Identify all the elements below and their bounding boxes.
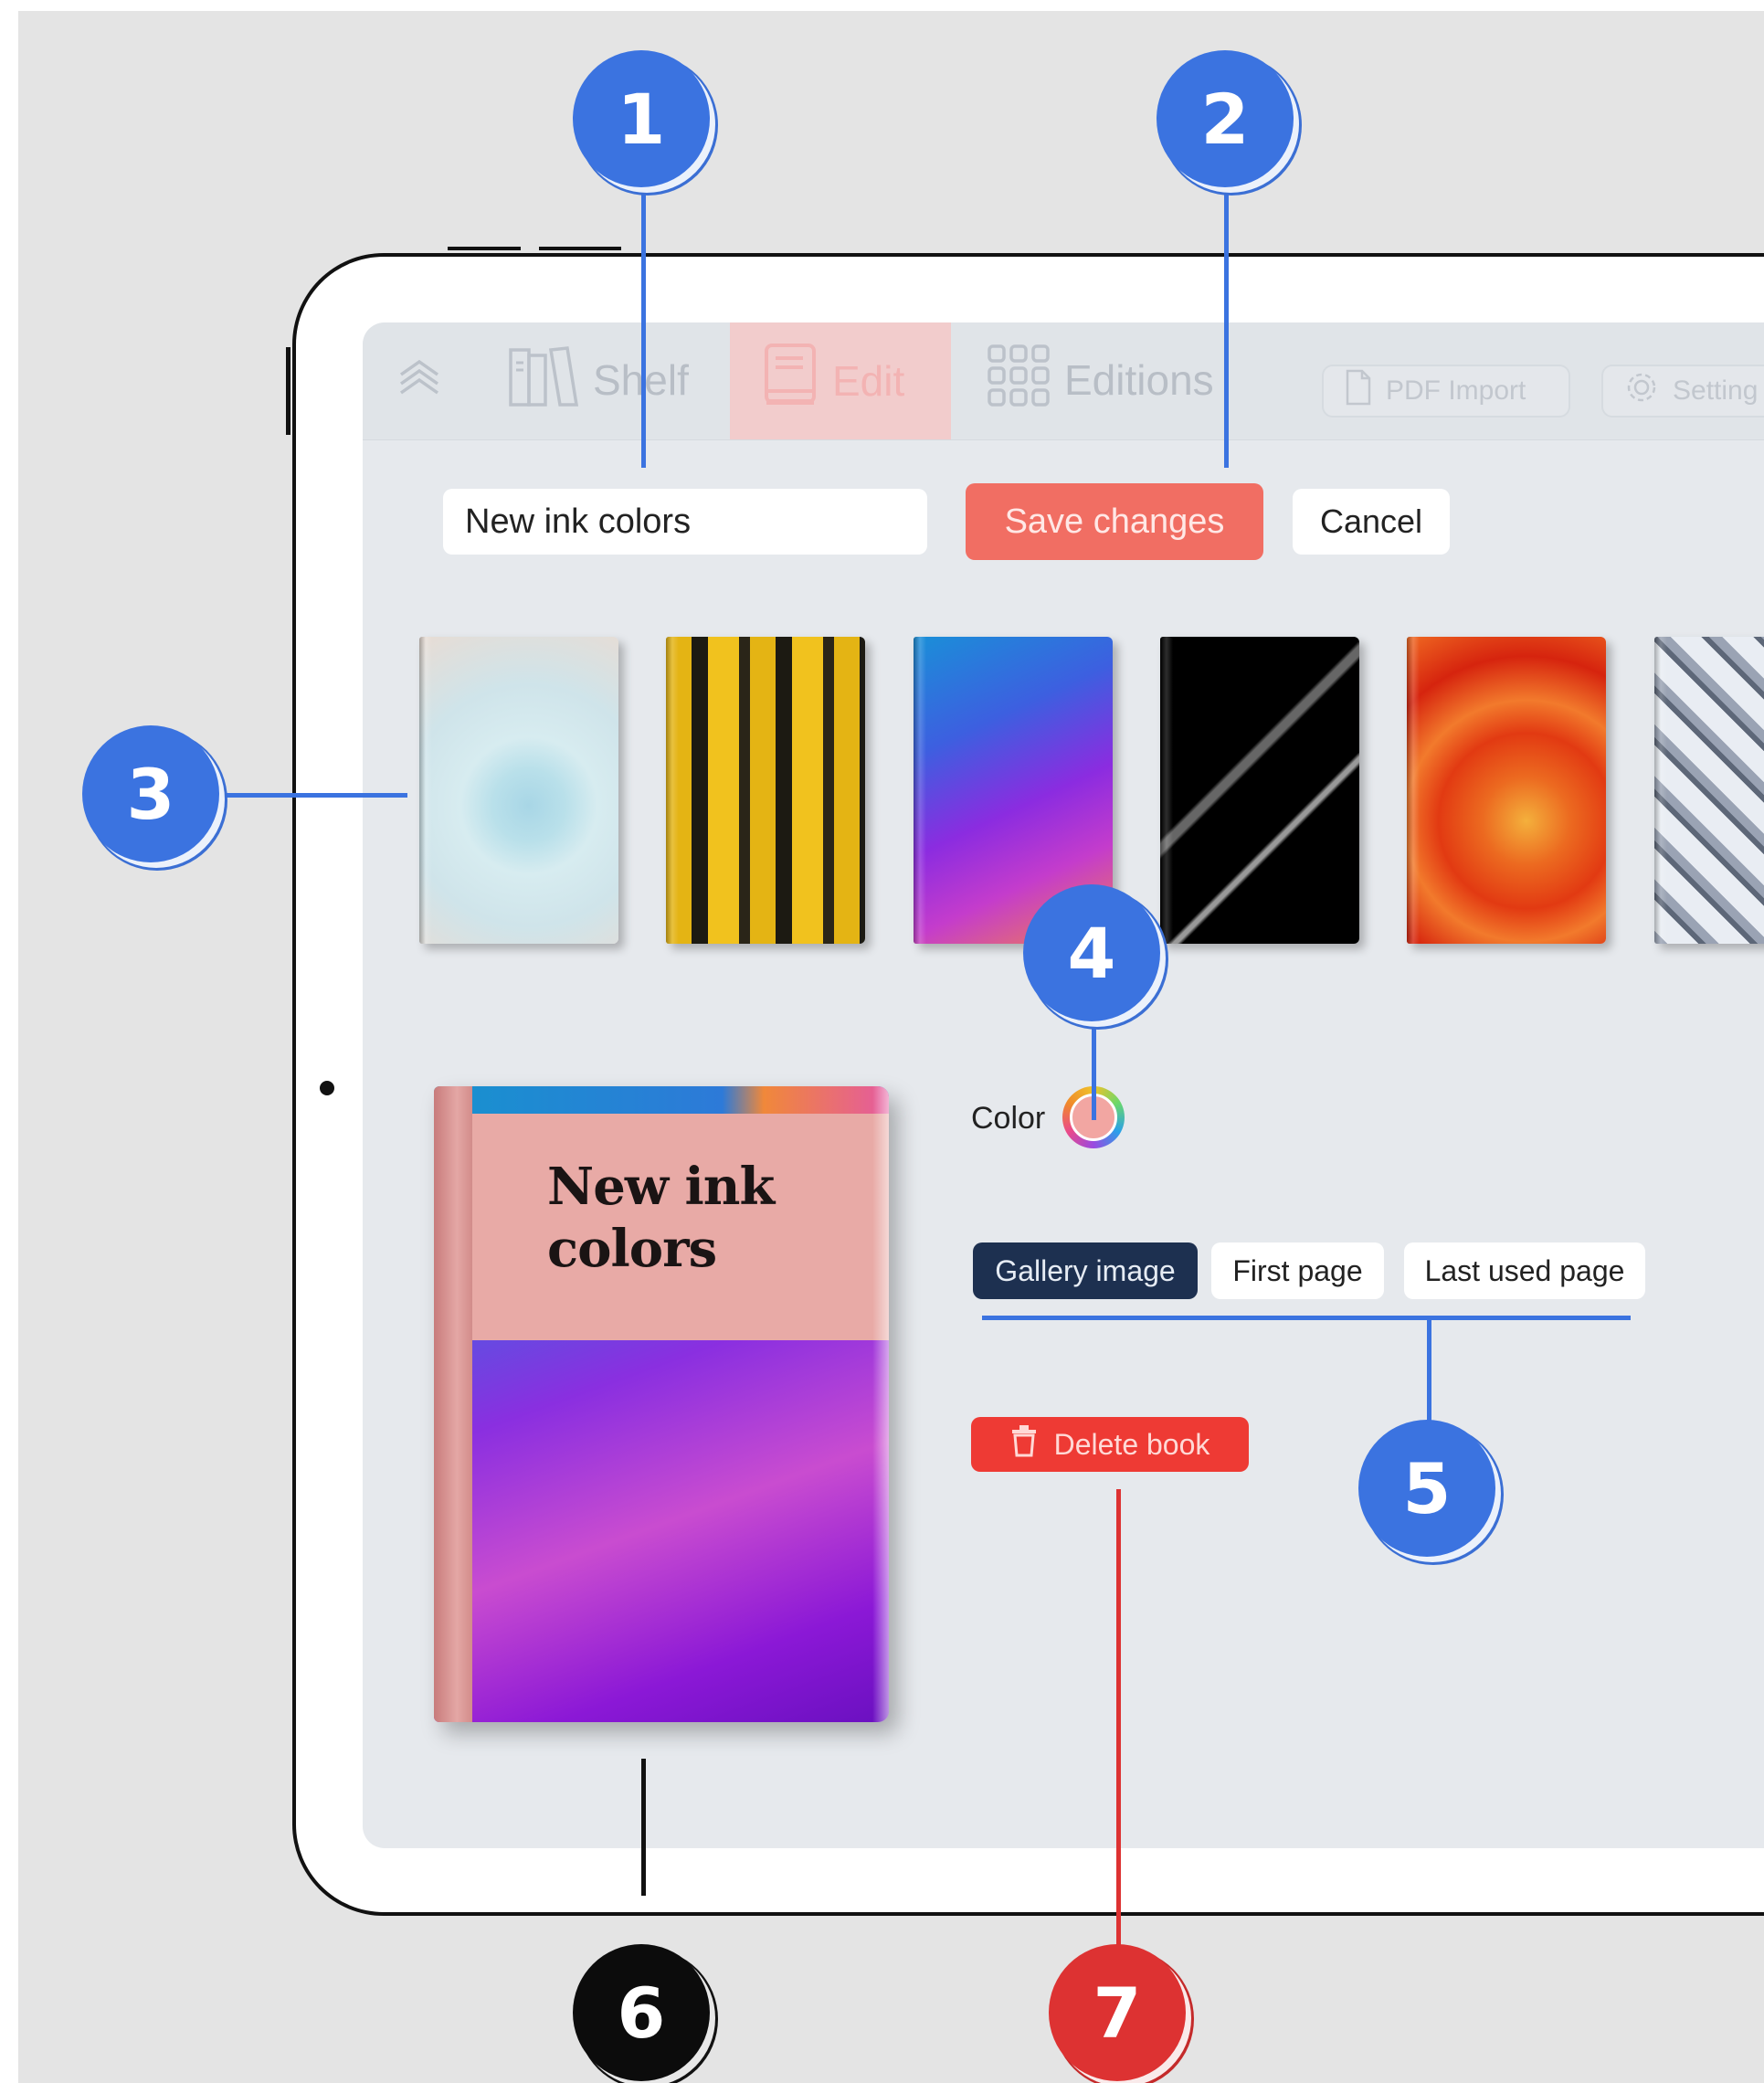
tab-edit[interactable]: Edit — [730, 322, 951, 439]
top-button-2 — [539, 247, 621, 250]
annotation-line-1 — [641, 183, 646, 468]
tab-editions-label: Editions — [1064, 356, 1214, 404]
book-cover-preview: New ink colors — [434, 1086, 889, 1722]
book-title-input[interactable]: New ink colors — [443, 489, 927, 555]
cover-title-line-2: colors — [547, 1219, 717, 1279]
annotation-line-5-horizontal — [982, 1316, 1631, 1320]
annotation-marker-4: 4 — [1023, 884, 1160, 1021]
settings-button[interactable]: Setting — [1601, 365, 1764, 418]
app-screen: Shelf Edit Editions PDF Import Setting — [363, 322, 1764, 1848]
tab-editions[interactable]: Editions — [986, 341, 1214, 419]
document-icon — [1344, 369, 1386, 413]
volume-button — [286, 347, 290, 435]
delete-book-label: Delete book — [1053, 1427, 1210, 1461]
cover-title-line-1: New ink — [547, 1157, 775, 1217]
camera-dot — [320, 1081, 334, 1095]
source-tab-gallery-image[interactable]: Gallery image — [973, 1242, 1198, 1299]
annotation-marker-2: 2 — [1157, 50, 1294, 187]
cover-title: New ink colors — [547, 1156, 849, 1280]
bookshelf-icon — [507, 343, 593, 418]
gear-icon — [1623, 369, 1673, 413]
grid-icon — [986, 343, 1064, 418]
annotation-marker-3: 3 — [82, 725, 219, 862]
annotation-marker-7: 7 — [1049, 1944, 1186, 2081]
annotation-line-5-vertical — [1427, 1316, 1431, 1425]
tab-edit-label: Edit — [832, 357, 905, 405]
book-edit-icon — [763, 342, 832, 421]
save-changes-button[interactable]: Save changes — [966, 483, 1263, 560]
delete-book-button[interactable]: Delete book — [971, 1417, 1249, 1472]
gallery-cover-4[interactable] — [1160, 637, 1359, 944]
top-navigation-bar: Shelf Edit Editions PDF Import Setting — [363, 322, 1764, 440]
annotation-line-2 — [1224, 183, 1229, 468]
cover-page-edge — [872, 1086, 889, 1722]
source-tab-last-used-page[interactable]: Last used page — [1404, 1242, 1645, 1299]
chevrons-up-icon — [396, 354, 456, 407]
cancel-button[interactable]: Cancel — [1293, 489, 1450, 555]
annotation-marker-1: 1 — [573, 50, 710, 187]
gallery-cover-6[interactable] — [1654, 637, 1764, 944]
annotation-line-6 — [641, 1759, 646, 1896]
annotation-line-4 — [1092, 1021, 1096, 1120]
cover-top-strip — [472, 1086, 889, 1114]
pdf-import-label: PDF Import — [1386, 375, 1526, 406]
menu-toggle[interactable] — [396, 341, 456, 419]
annotation-marker-5: 5 — [1358, 1420, 1495, 1557]
annotation-marker-6: 6 — [573, 1944, 710, 2081]
gallery-cover-5[interactable] — [1407, 637, 1606, 944]
top-button-1 — [448, 247, 521, 250]
annotation-line-7 — [1116, 1489, 1121, 1964]
settings-label: Setting — [1673, 375, 1759, 406]
source-tab-first-page[interactable]: First page — [1211, 1242, 1384, 1299]
gallery-cover-1[interactable] — [419, 637, 618, 944]
cover-spine — [434, 1086, 472, 1722]
trash-icon — [1010, 1424, 1054, 1464]
gallery-cover-2[interactable] — [666, 637, 865, 944]
tab-shelf[interactable]: Shelf — [507, 341, 689, 419]
color-label: Color — [971, 1101, 1046, 1136]
annotation-line-3 — [219, 793, 407, 798]
pdf-import-button[interactable]: PDF Import — [1322, 365, 1570, 418]
